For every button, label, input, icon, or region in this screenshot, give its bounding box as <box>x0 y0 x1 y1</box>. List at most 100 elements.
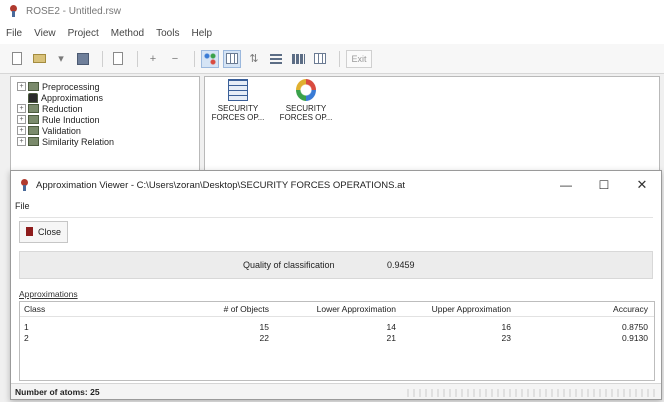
column-header-accuracy[interactable]: Accuracy <box>613 304 648 314</box>
tree-item-approximations[interactable]: Approximations <box>17 92 193 103</box>
tree-item-reduction[interactable]: + Reduction <box>17 103 193 114</box>
workspace-item-label: SECURITY <box>217 104 259 113</box>
column-header-class[interactable]: Class <box>24 304 45 314</box>
quality-panel: Quality of classification 0.9459 <box>19 251 653 279</box>
quality-value: 0.9459 <box>387 260 415 270</box>
plus-icon: + <box>149 52 157 65</box>
tree-item-label: Preprocessing <box>42 81 100 92</box>
open-folder-icon <box>32 54 46 63</box>
tree-item-validation[interactable]: + Validation <box>17 125 193 136</box>
runner-icon <box>28 92 38 103</box>
chevron-down-icon: ▾ <box>58 53 64 65</box>
table-cell: 14 <box>386 322 396 332</box>
viewer-status-bar: Number of atoms: 25 <box>11 383 661 399</box>
menu-tools[interactable]: Tools <box>156 28 179 39</box>
exit-button[interactable]: Exit <box>346 49 372 68</box>
expand-icon[interactable]: + <box>17 137 26 146</box>
tree-item-rule-induction[interactable]: + Rule Induction <box>17 114 193 125</box>
expand-icon[interactable]: + <box>17 126 26 135</box>
folder-icon <box>28 104 39 113</box>
nodes-icon <box>204 52 216 65</box>
sort-button[interactable]: ⇅ <box>245 50 263 68</box>
folder-icon <box>28 115 39 124</box>
workspace-item-dataset[interactable]: SECURITY FORCES OP... <box>205 79 271 122</box>
tree-item-label: Reduction <box>42 103 83 114</box>
workspace-item-label: FORCES OP... <box>211 113 265 122</box>
minimize-button[interactable]: — <box>547 171 585 199</box>
viewer-toolbar: Close <box>19 217 653 245</box>
add-button[interactable]: + <box>144 50 162 68</box>
folder-icon <box>28 137 39 146</box>
maximize-button[interactable]: ☐ <box>585 171 623 199</box>
menu-view[interactable]: View <box>34 28 56 39</box>
main-toolbar: ▾ + − ⇅ Exit <box>0 44 664 74</box>
approximation-icon <box>296 79 316 101</box>
approximations-section-label: Approximations <box>19 289 78 299</box>
table-cell: 22 <box>259 333 269 343</box>
tree-item-label: Rule Induction <box>42 114 100 125</box>
viewer-title: Approximation Viewer - C:\Users\zoran\De… <box>36 179 406 191</box>
menu-file[interactable]: File <box>6 28 22 39</box>
column-header-objects[interactable]: # of Objects <box>224 304 269 314</box>
expand-icon[interactable]: + <box>17 82 26 91</box>
list-view-button[interactable] <box>267 50 285 68</box>
table-cell: 0.9130 <box>622 333 648 343</box>
quality-label: Quality of classification <box>243 260 335 270</box>
grid-view-button[interactable] <box>311 50 329 68</box>
header-divider <box>20 316 654 317</box>
grid-icon <box>314 53 326 64</box>
view-nodes-button[interactable] <box>201 49 219 68</box>
new-file-button[interactable] <box>8 50 26 68</box>
main-menu-bar: File View Project Method Tools Help <box>0 22 664 44</box>
toolbar-separator <box>137 50 138 67</box>
column-header-upper[interactable]: Upper Approximation <box>432 304 511 314</box>
project-workspace: SECURITY FORCES OP... SECURITY FORCES OP… <box>204 76 660 174</box>
close-window-button[interactable]: ✕ <box>623 171 661 199</box>
dropdown-button[interactable]: ▾ <box>52 50 70 68</box>
status-atoms: Number of atoms: 25 <box>15 386 100 397</box>
details-icon <box>291 53 305 64</box>
table-cell: 23 <box>501 333 511 343</box>
viewer-menu-file[interactable]: File <box>15 201 30 211</box>
properties-icon <box>113 52 123 65</box>
tree-item-label: Approximations <box>41 92 104 103</box>
view-table-button[interactable] <box>223 49 241 68</box>
toolbar-separator <box>194 50 195 67</box>
folder-icon <box>28 126 39 135</box>
menu-method[interactable]: Method <box>111 28 144 39</box>
approximations-table[interactable]: Class # of Objects Lower Approximation U… <box>19 301 655 381</box>
approximation-viewer-window: Approximation Viewer - C:\Users\zoran\De… <box>10 170 662 400</box>
app-title: ROSE2 - Untitled.rsw <box>26 5 122 17</box>
menu-project[interactable]: Project <box>68 28 99 39</box>
remove-button[interactable]: − <box>166 50 184 68</box>
close-button-label: Close <box>38 226 62 237</box>
folder-icon <box>28 82 39 91</box>
rose-logo-icon <box>19 179 30 191</box>
save-button[interactable] <box>74 50 92 68</box>
sort-icon: ⇅ <box>249 53 259 65</box>
expand-icon[interactable]: + <box>17 115 26 124</box>
workspace-item-label: SECURITY <box>285 104 327 113</box>
resize-grip[interactable] <box>407 389 657 397</box>
close-button[interactable]: Close <box>19 220 69 243</box>
column-header-lower[interactable]: Lower Approximation <box>317 304 396 314</box>
table-cell: 2 <box>24 333 29 343</box>
table-cell: 1 <box>24 322 29 332</box>
tree-item-preprocessing[interactable]: + Preprocessing <box>17 81 193 92</box>
properties-button[interactable] <box>109 50 127 68</box>
open-file-button[interactable] <box>30 50 48 68</box>
viewer-title-bar: Approximation Viewer - C:\Users\zoran\De… <box>11 171 661 199</box>
menu-help[interactable]: Help <box>191 28 212 39</box>
tree-item-similarity-relation[interactable]: + Similarity Relation <box>17 136 193 147</box>
tree-item-label: Validation <box>42 125 81 136</box>
rose-logo-icon <box>8 5 20 17</box>
detail-view-button[interactable] <box>289 50 307 68</box>
table-view-icon <box>226 53 238 64</box>
expand-icon[interactable]: + <box>17 104 26 113</box>
save-disk-icon <box>77 52 89 65</box>
method-tree: + Preprocessing Approximations + Reducti… <box>10 76 200 174</box>
workspace-item-approximation[interactable]: SECURITY FORCES OP... <box>273 79 339 122</box>
app-title-bar: ROSE2 - Untitled.rsw <box>0 0 664 22</box>
door-icon <box>26 227 33 236</box>
toolbar-separator <box>102 50 103 67</box>
